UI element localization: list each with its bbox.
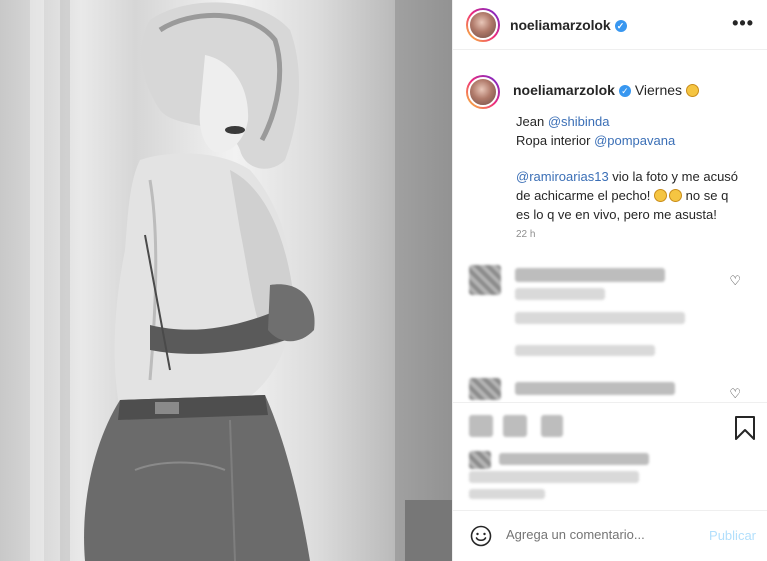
like-icon[interactable] xyxy=(469,415,493,437)
avatar[interactable] xyxy=(466,8,500,42)
caption-text-5: es lo q ve en vivo, pero me asusta! xyxy=(516,207,717,222)
caption-text-4: de achicarme el pecho! xyxy=(516,188,651,203)
caption-jean-line: Jean @shibinda xyxy=(516,112,609,131)
blurred-comment-meta xyxy=(515,312,685,324)
caption-text-4b: no se q xyxy=(685,188,729,203)
blurred-date xyxy=(469,489,545,499)
smile-icon[interactable] xyxy=(470,525,492,547)
heart-icon[interactable]: ♡ xyxy=(729,273,741,289)
post-photo-art xyxy=(30,0,452,561)
caption-line-4: de achicarme el pecho! no se q xyxy=(516,186,728,205)
comment-input[interactable] xyxy=(506,527,691,542)
header-username[interactable]: noeliamarzolok ✓ xyxy=(510,17,627,33)
caption-avatar[interactable] xyxy=(466,75,500,109)
blurred-comment-text xyxy=(515,268,665,282)
emoji-icon xyxy=(685,84,699,97)
commenter-avatar[interactable] xyxy=(469,265,501,295)
liker-avatar[interactable] xyxy=(469,451,491,469)
emoji-icon xyxy=(669,189,683,202)
mention-shibinda[interactable]: @shibinda xyxy=(548,114,610,129)
publish-button[interactable]: Publicar xyxy=(709,528,756,543)
blurred-comment-text xyxy=(515,382,675,395)
jean-label: Jean xyxy=(516,114,545,129)
post-photo[interactable] xyxy=(0,0,452,561)
bookmark-icon[interactable] xyxy=(734,415,756,441)
post-timestamp[interactable]: 22 h xyxy=(516,229,535,240)
caption-line-3: @ramiroarias13 vio la foto y me acusó xyxy=(516,167,738,186)
caption-first-line: noeliamarzolok ✓ Viernes xyxy=(513,82,699,98)
emoji-icon xyxy=(654,189,668,202)
blurred-likes-text xyxy=(469,471,639,483)
comment-icon[interactable] xyxy=(503,415,527,437)
caption-lingerie-line: Ropa interior @pompavana xyxy=(516,131,675,150)
check-badge-icon: ✓ xyxy=(618,85,631,97)
commenter-avatar[interactable] xyxy=(469,378,501,400)
mention-pompavana[interactable]: @pompavana xyxy=(594,133,675,148)
post-actions xyxy=(453,402,767,510)
caption-username[interactable]: noeliamarzolok xyxy=(513,82,615,98)
caption-text-3: vio la foto y me acusó xyxy=(612,169,739,184)
caption-line-5: es lo q ve en vivo, pero me asusta! xyxy=(516,205,717,224)
blurred-comment-text xyxy=(515,288,605,300)
check-badge-icon: ✓ xyxy=(614,20,627,32)
comment-bar: Publicar xyxy=(453,510,767,561)
more-options-icon[interactable]: ••• xyxy=(732,13,754,34)
post-header: noeliamarzolok ✓ ••• xyxy=(453,0,767,50)
heart-icon[interactable]: ♡ xyxy=(729,386,741,402)
lingerie-label: Ropa interior xyxy=(516,133,591,148)
caption-text-viernes: Viernes xyxy=(634,82,683,98)
blurred-view-replies[interactable] xyxy=(515,345,655,356)
share-icon[interactable] xyxy=(541,415,563,437)
mention-ramiroarias13[interactable]: @ramiroarias13 xyxy=(516,169,609,184)
blurred-likes-text[interactable] xyxy=(499,453,649,465)
post-side-panel: noeliamarzolok ✓ ••• noeliamarzolok ✓ Vier… xyxy=(452,0,767,561)
